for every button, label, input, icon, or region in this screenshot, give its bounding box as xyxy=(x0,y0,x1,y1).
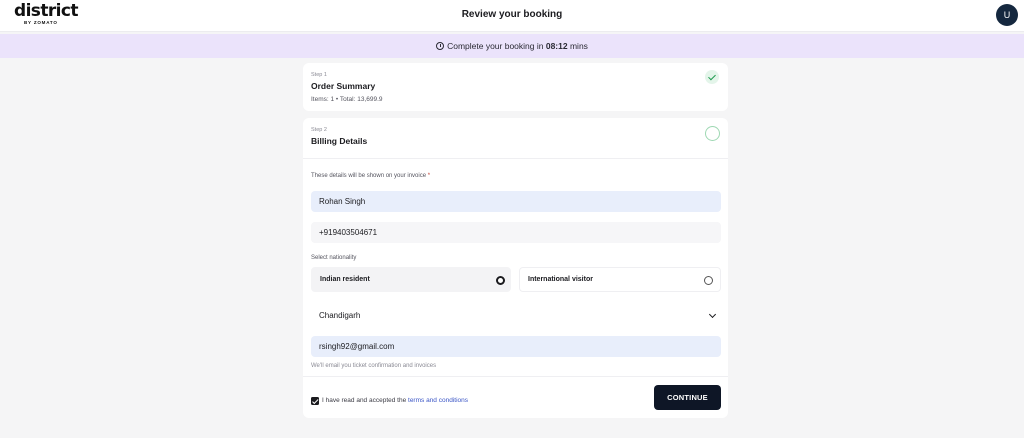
divider xyxy=(303,376,728,377)
logo-subtitle: BY ZOMATO xyxy=(24,20,58,25)
timer-suffix: mins xyxy=(569,41,588,51)
avatar[interactable]: U xyxy=(996,4,1018,26)
chevron-down-icon xyxy=(708,310,717,319)
checkbox-checked-icon[interactable] xyxy=(311,397,319,405)
top-bar: district BY ZOMATO Review your booking U xyxy=(0,0,1024,32)
timer-time: 08:12 xyxy=(545,41,568,51)
step-status-icon xyxy=(705,126,720,141)
order-summary-card[interactable]: Step 1 Order Summary Items: 1 • Total: 1… xyxy=(303,63,728,111)
radio-unselected-icon[interactable] xyxy=(704,276,713,285)
state-select-value: Chandigarh xyxy=(319,311,361,320)
check-icon xyxy=(705,70,719,84)
invoice-intro-text: These details will be shown on your invo… xyxy=(311,173,427,179)
nationality-label: Select nationality xyxy=(311,255,357,261)
radio-indian-resident[interactable]: Indian resident xyxy=(311,267,511,292)
radio-international-visitor[interactable]: International visitor xyxy=(519,267,721,292)
state-select[interactable]: Chandigarh xyxy=(311,305,721,326)
radio-international-visitor-label: International visitor xyxy=(528,276,593,283)
timer-banner: Complete your booking in 08:12 mins xyxy=(0,34,1024,58)
page-title: Review your booking xyxy=(461,9,563,20)
step-2-title: Billing Details xyxy=(311,136,368,146)
timer-prefix: Complete your booking in xyxy=(447,41,544,51)
terms-text: I have read and accepted the terms and c… xyxy=(322,397,468,404)
clock-icon xyxy=(436,42,445,50)
terms-prefix: I have read and accepted the xyxy=(322,397,407,404)
step-1-label: Step 1 xyxy=(311,72,327,78)
step-2-label: Step 2 xyxy=(311,127,327,133)
email-field[interactable]: rsingh92@gmail.com xyxy=(311,336,721,357)
continue-button[interactable]: CONTINUE xyxy=(654,385,721,410)
radio-selected-icon[interactable] xyxy=(496,276,505,285)
terms-link[interactable]: terms and conditions xyxy=(408,397,468,404)
email-helper: We'll email you ticket confirmation and … xyxy=(311,363,437,369)
invoice-intro: These details will be shown on your invo… xyxy=(311,173,430,179)
order-summary-meta: Items: 1 • Total: 13,699.9 xyxy=(311,96,383,103)
step-1-title: Order Summary xyxy=(311,81,376,91)
required-mark: * xyxy=(427,173,431,179)
name-field[interactable]: Rohan Singh xyxy=(311,191,721,212)
billing-details-card: Step 2 Billing Details These details wil… xyxy=(303,118,728,418)
radio-indian-resident-label: Indian resident xyxy=(320,276,370,283)
timer-text: Complete your booking in 08:12 mins xyxy=(0,41,1024,51)
divider xyxy=(303,158,728,159)
phone-field[interactable]: +919403504671 xyxy=(311,222,721,243)
